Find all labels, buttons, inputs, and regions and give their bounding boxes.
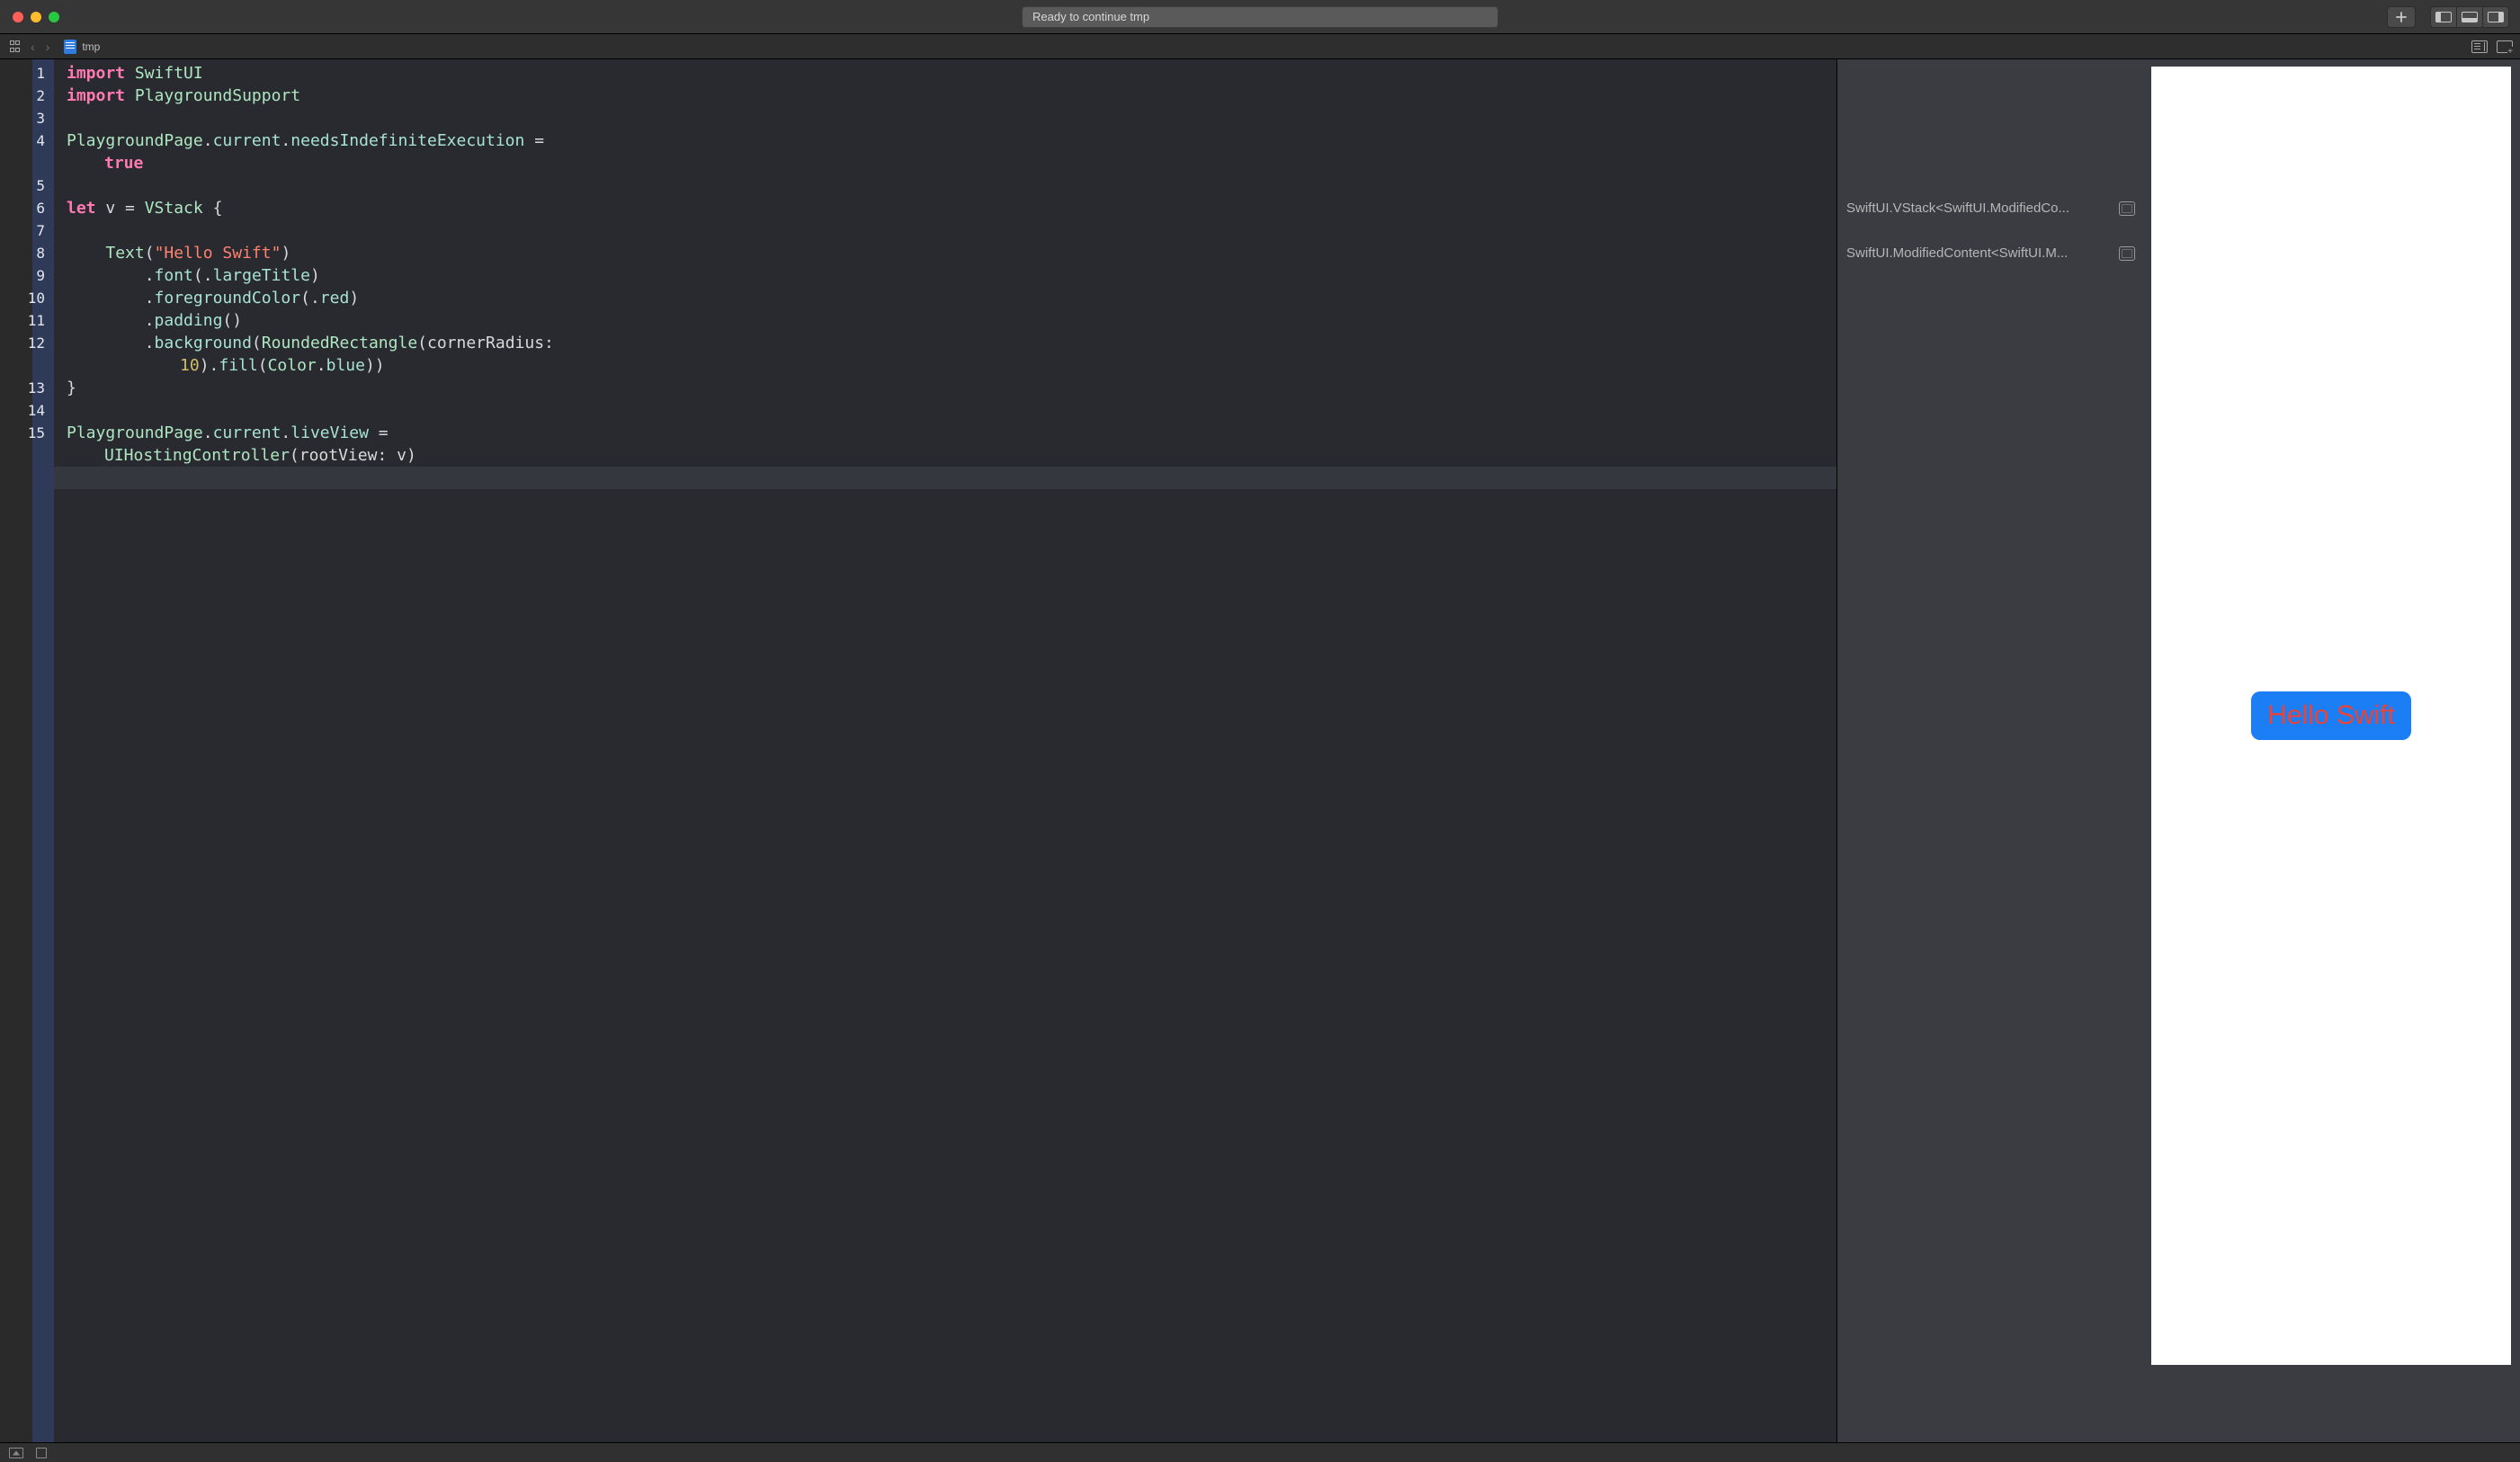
code-line[interactable]: import PlaygroundSupport [54,85,1836,107]
live-preview-panel: Hello Swift [2142,59,2520,1442]
add-tab-button[interactable] [2387,6,2416,28]
code-line[interactable] [54,174,1836,197]
file-path-item[interactable]: tmp [64,40,100,54]
result-row [1837,309,2142,332]
editor-options [2471,40,2513,53]
xcode-playground-window: Ready to continue tmp ‹ › [0,0,2520,1462]
quicklook-icon[interactable] [2119,246,2135,261]
debug-bar [0,1442,2520,1462]
nav-forward-button[interactable]: › [44,40,52,54]
code-line[interactable]: PlaygroundPage.current.needsIndefiniteEx… [54,129,1836,152]
preview-canvas: Hello Swift [2151,67,2511,1365]
file-name-label: tmp [82,40,100,53]
code-line[interactable] [54,399,1836,422]
result-row [1837,174,2142,197]
result-row [1837,129,2142,152]
result-row [1837,422,2142,444]
code-line[interactable]: .font(.largeTitle) [54,264,1836,287]
result-row: SwiftUI.VStack<SwiftUI.ModifiedCo... [1837,197,2142,219]
toggle-bottom-panel-button[interactable] [2456,6,2483,28]
editor-layout-icon[interactable] [2471,40,2488,53]
code-line[interactable]: 10).fill(Color.blue)) [54,354,1836,377]
cursor-line[interactable] [54,467,1836,489]
code-line[interactable]: PlaygroundPage.current.liveView = [54,422,1836,444]
result-row [1837,444,2142,467]
line-number-gutter: 123456789101112131415 [0,59,54,1442]
swift-file-icon [64,40,76,54]
result-row [1837,62,2142,85]
code-line[interactable]: .foregroundColor(.red) [54,287,1836,309]
status-text: Ready to continue tmp [1032,10,1149,23]
result-row [1837,264,2142,287]
code-line[interactable]: import SwiftUI [54,62,1836,85]
path-bar: ‹ › tmp [0,34,2520,59]
code-line[interactable]: true [54,152,1836,174]
related-items-icon[interactable] [7,40,22,54]
result-text: SwiftUI.VStack<SwiftUI.ModifiedCo... [1846,201,2113,216]
code-line[interactable]: .background(RoundedRectangle(cornerRadiu… [54,332,1836,354]
code-line[interactable]: .padding() [54,309,1836,332]
code-editor[interactable]: import SwiftUIimport PlaygroundSupport Pl… [54,59,1836,1442]
results-sidebar: SwiftUI.VStack<SwiftUI.ModifiedCo... Swif… [1836,59,2142,1442]
result-row [1837,399,2142,422]
code-line[interactable]: } [54,377,1836,399]
code-line[interactable]: let v = VStack { [54,197,1836,219]
console-toggle-icon[interactable] [9,1448,23,1458]
zoom-icon[interactable] [49,12,59,22]
result-row [1837,377,2142,399]
result-row [1837,85,2142,107]
window-controls [13,12,59,22]
status-field: Ready to continue tmp [1022,6,1498,28]
minimize-icon[interactable] [31,12,41,22]
result-row [1837,152,2142,174]
code-line[interactable]: UIHostingController(rootView: v) [54,444,1836,467]
panel-toggle-group [2430,6,2509,28]
code-line[interactable] [54,219,1836,242]
result-row [1837,332,2142,354]
result-row [1837,219,2142,242]
debug-area-icon[interactable] [36,1448,47,1458]
main-area: 123456789101112131415 import SwiftUIimpo… [0,59,2520,1442]
hello-swift-text: Hello Swift [2267,700,2395,730]
toggle-right-panel-button[interactable] [2482,6,2509,28]
nav-back-button[interactable]: ‹ [29,40,37,54]
toggle-left-panel-button[interactable] [2430,6,2457,28]
add-editor-icon[interactable] [2497,40,2513,53]
result-row [1837,354,2142,377]
code-line[interactable]: Text("Hello Swift") [54,242,1836,264]
close-icon[interactable] [13,12,23,22]
result-row [1837,107,2142,129]
titlebar: Ready to continue tmp [0,0,2520,34]
toolbar-right [2387,6,2509,28]
result-row: SwiftUI.ModifiedContent<SwiftUI.M... [1837,242,2142,264]
result-text: SwiftUI.ModifiedContent<SwiftUI.M... [1846,245,2113,261]
quicklook-icon[interactable] [2119,201,2135,216]
code-line[interactable] [54,107,1836,129]
result-row [1837,287,2142,309]
hello-swift-output: Hello Swift [2251,691,2411,740]
